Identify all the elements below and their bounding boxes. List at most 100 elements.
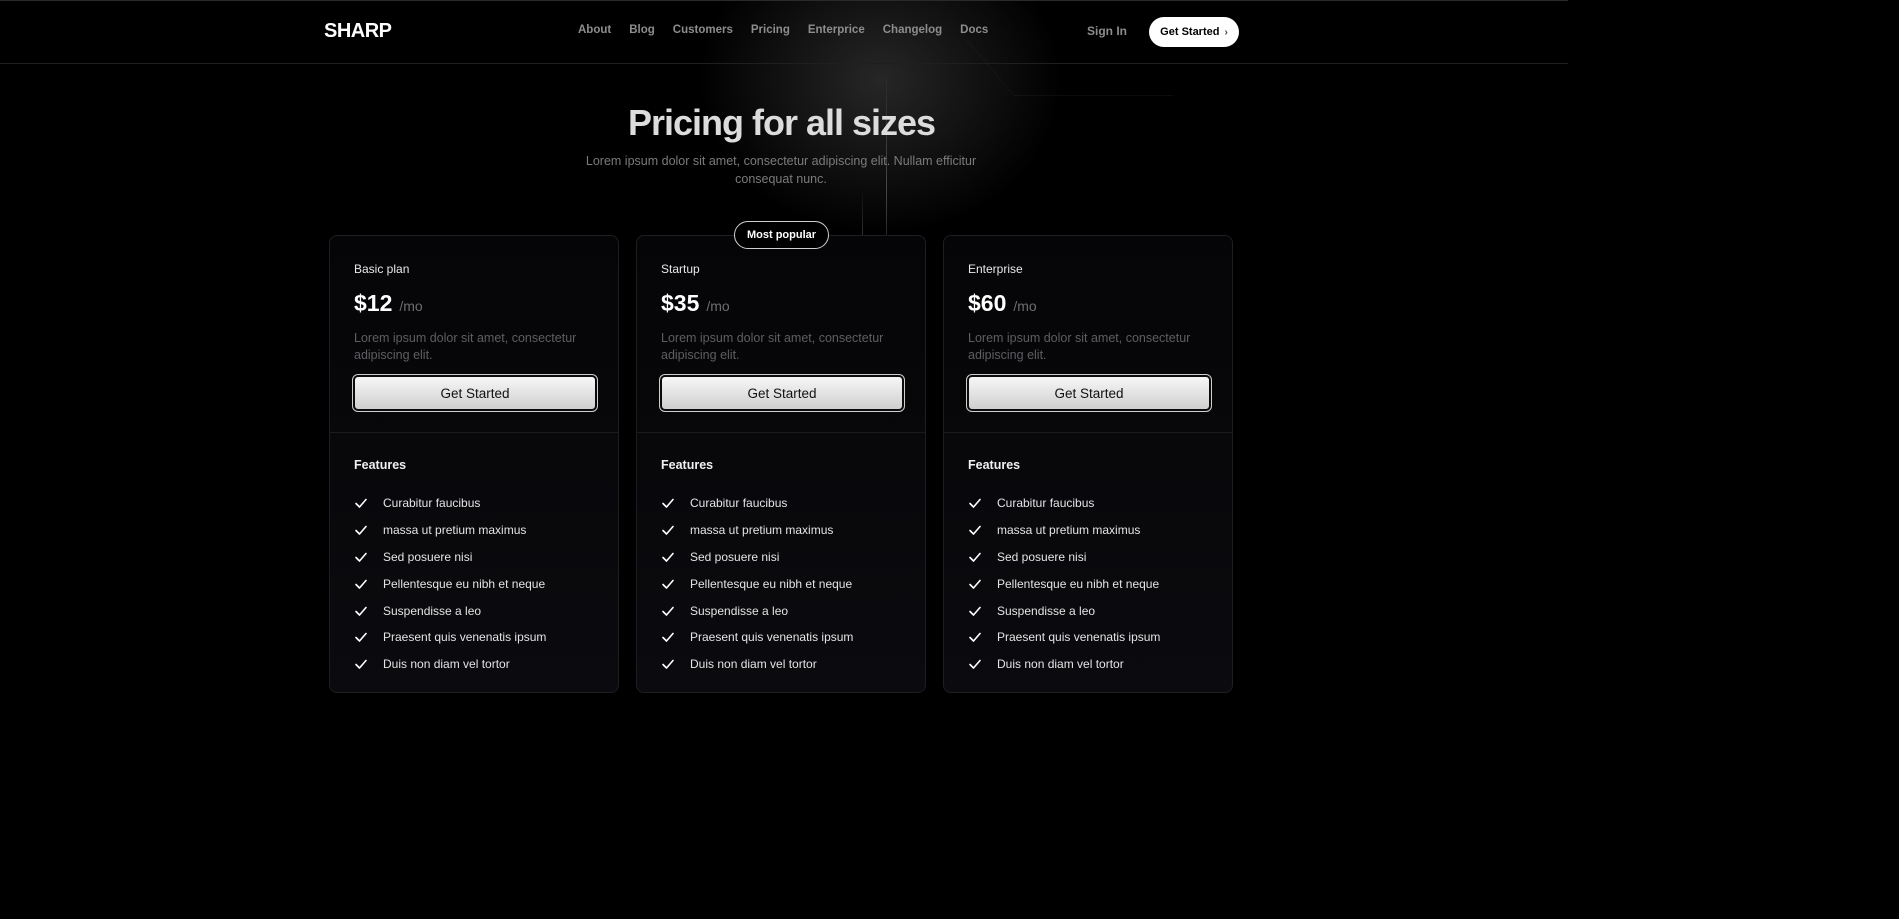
feature-label: Curabitur faucibus [997, 496, 1095, 511]
feature-label: Duis non diam vel tortor [997, 657, 1124, 672]
feature-item: Pellentesque eu nibh et neque [354, 570, 546, 597]
nav-pricing[interactable]: Pricing [751, 24, 790, 36]
feature-label: massa ut pretium maximus [690, 523, 834, 538]
nav-blog[interactable]: Blog [629, 24, 655, 36]
feature-item: Pellentesque eu nibh et neque [968, 570, 1160, 597]
chevron-right-icon: › [1224, 26, 1228, 38]
feature-label: Pellentesque eu nibh et neque [383, 576, 546, 591]
nav-enterprise[interactable]: Enterprice [808, 24, 865, 36]
feature-label: Curabitur faucibus [383, 496, 481, 511]
check-icon [662, 525, 674, 535]
check-icon [662, 659, 674, 669]
pricing-page: SHARP About Blog Customers Pricing Enter… [0, 0, 1568, 759]
feature-label: Sed posuere nisi [690, 549, 780, 564]
check-icon [662, 606, 674, 616]
feature-item: Praesent quis venenatis ipsum [354, 624, 546, 651]
sign-in-link[interactable]: Sign In [1087, 24, 1127, 38]
plan-name: Basic plan [354, 262, 410, 276]
feature-label: Praesent quis venenatis ipsum [997, 630, 1161, 645]
plan-description: Lorem ipsum dolor sit amet, consectetur … [354, 331, 577, 362]
card-divider [637, 432, 925, 433]
check-icon [355, 525, 367, 535]
feature-label: Suspendisse a leo [383, 603, 482, 618]
feature-label: Praesent quis venenatis ipsum [383, 630, 547, 645]
feature-list: Curabitur faucibus massa ut pretium maxi… [968, 490, 1160, 678]
price-amount: $60 [968, 290, 1007, 316]
feature-item: Praesent quis venenatis ipsum [968, 624, 1160, 651]
feature-item: Curabitur faucibus [661, 490, 853, 517]
plan-get-started-button[interactable]: Get Started [966, 374, 1212, 412]
check-icon [355, 552, 367, 562]
page-title: Pricing for all sizes [627, 102, 936, 143]
main-nav: About Blog Customers Pricing Enterprice … [578, 24, 988, 36]
nav-customers[interactable]: Customers [673, 24, 733, 36]
plan-get-started-button[interactable]: Get Started [659, 374, 905, 412]
feature-item: Curabitur faucibus [354, 490, 546, 517]
feature-label: Suspendisse a leo [690, 603, 789, 618]
pricing-card-enterprise: Enterprise $60 /mo Lorem ipsum dolor sit… [943, 235, 1233, 693]
get-started-label: Get Started [1160, 26, 1220, 38]
check-icon [969, 579, 981, 589]
pricing-card-startup: Startup $35 /mo Lorem ipsum dolor sit am… [636, 235, 926, 693]
feature-list: Curabitur faucibus massa ut pretium maxi… [661, 490, 853, 678]
check-icon [969, 552, 981, 562]
feature-label: Sed posuere nisi [383, 549, 473, 564]
price-amount: $12 [354, 290, 393, 316]
check-icon [969, 606, 981, 616]
card-divider [330, 432, 618, 433]
feature-label: Pellentesque eu nibh et neque [690, 576, 853, 591]
plan-name: Startup [661, 262, 700, 276]
feature-label: Curabitur faucibus [690, 496, 788, 511]
price-period: /mo [1013, 298, 1037, 314]
plan-price: $60 /mo [968, 290, 1037, 317]
check-icon [662, 579, 674, 589]
features-heading: Features [968, 458, 1021, 472]
feature-item: Sed posuere nisi [968, 544, 1160, 571]
check-icon [662, 633, 674, 643]
feature-item: Curabitur faucibus [968, 490, 1160, 517]
feature-label: Sed posuere nisi [997, 549, 1087, 564]
feature-label: massa ut pretium maximus [997, 523, 1141, 538]
feature-item: Pellentesque eu nibh et neque [661, 570, 853, 597]
feature-label: Suspendisse a leo [997, 603, 1096, 618]
check-icon [969, 659, 981, 669]
check-icon [662, 499, 674, 509]
feature-item: Suspendisse a leo [661, 597, 853, 624]
feature-item: massa ut pretium maximus [661, 517, 853, 544]
feature-label: Duis non diam vel tortor [383, 657, 510, 672]
feature-item: Duis non diam vel tortor [968, 651, 1160, 678]
feature-item: Suspendisse a leo [354, 597, 546, 624]
feature-item: massa ut pretium maximus [968, 517, 1160, 544]
price-period: /mo [706, 298, 730, 314]
price-amount: $35 [661, 290, 700, 316]
feature-label: Duis non diam vel tortor [690, 657, 817, 672]
get-started-button[interactable]: Get Started › [1149, 17, 1239, 47]
features-heading: Features [661, 458, 714, 472]
check-icon [355, 499, 367, 509]
feature-label: massa ut pretium maximus [383, 523, 527, 538]
nav-about[interactable]: About [578, 24, 611, 36]
feature-item: Duis non diam vel tortor [661, 651, 853, 678]
check-icon [969, 525, 981, 535]
plan-price: $35 /mo [661, 290, 730, 317]
check-icon [355, 579, 367, 589]
page-subtitle: Lorem ipsum dolor sit amet, consectetur … [585, 154, 977, 186]
logo[interactable]: SHARP [324, 20, 392, 43]
feature-label: Pellentesque eu nibh et neque [997, 576, 1160, 591]
nav-changelog[interactable]: Changelog [883, 24, 942, 36]
pricing-card-basic: Basic plan $12 /mo Lorem ipsum dolor sit… [329, 235, 619, 693]
plan-get-started-button[interactable]: Get Started [352, 374, 598, 412]
check-icon [969, 633, 981, 643]
site-header: SHARP About Blog Customers Pricing Enter… [0, 0, 1568, 64]
check-icon [662, 552, 674, 562]
check-icon [355, 633, 367, 643]
price-period: /mo [399, 298, 423, 314]
card-divider [944, 432, 1232, 433]
feature-item: Sed posuere nisi [661, 544, 853, 571]
feature-list: Curabitur faucibus massa ut pretium maxi… [354, 490, 546, 678]
check-icon [969, 499, 981, 509]
plan-name: Enterprise [968, 262, 1023, 276]
feature-item: Praesent quis venenatis ipsum [661, 624, 853, 651]
plan-price: $12 /mo [354, 290, 423, 317]
nav-docs[interactable]: Docs [960, 24, 988, 36]
